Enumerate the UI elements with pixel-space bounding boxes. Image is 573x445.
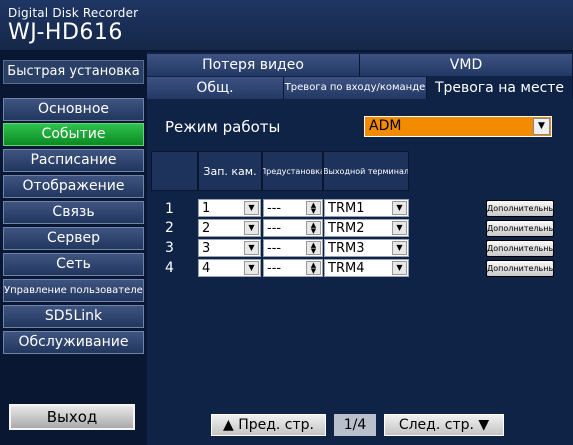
spin-arrows-icon: ▲ ▼ bbox=[306, 201, 321, 215]
menu-schedule[interactable]: Расписание bbox=[3, 149, 144, 172]
preset-value: --- bbox=[267, 221, 282, 236]
spin-arrows-icon: ▲ ▼ bbox=[306, 261, 321, 275]
terminal-value: TRM1 bbox=[328, 201, 365, 216]
table-header-camera: Зап. кам. bbox=[198, 151, 262, 191]
preset-stepper[interactable]: --- ▲ ▼ bbox=[263, 239, 323, 257]
row-number: 4 bbox=[165, 260, 174, 276]
dropdown-arrow-icon: ▼ bbox=[533, 118, 550, 135]
terminal-select[interactable]: TRM3 ▼ bbox=[324, 239, 409, 257]
preset-value: --- bbox=[267, 201, 282, 216]
page-indicator: 1/4 bbox=[334, 414, 376, 436]
advanced-button[interactable]: Дополнительные bbox=[486, 200, 554, 217]
camera-value: 4 bbox=[202, 261, 211, 276]
row-number: 1 bbox=[165, 201, 174, 217]
operation-mode-select[interactable]: ADM ▼ bbox=[364, 116, 552, 137]
sidebar: Быстрая установка Основное Событие Распи… bbox=[0, 52, 147, 445]
table-header-index bbox=[151, 151, 198, 191]
dropdown-arrow-icon: ▼ bbox=[244, 241, 259, 255]
tab-site-alarm[interactable]: Тревога на месте bbox=[427, 77, 573, 99]
preset-value: --- bbox=[267, 261, 282, 276]
menu-maintenance[interactable]: Обслуживание bbox=[3, 331, 144, 354]
dropdown-arrow-icon: ▼ bbox=[244, 201, 259, 215]
tabs-row-1: Потеря видео VMD bbox=[147, 54, 573, 76]
next-page-button[interactable]: След. стр. ▼ bbox=[384, 414, 504, 436]
preset-stepper[interactable]: --- ▲ ▼ bbox=[263, 199, 323, 217]
spin-arrows-icon: ▲ ▼ bbox=[306, 241, 321, 255]
tabs-row-2: Общ. Тревога по входу/команде Тревога на… bbox=[147, 77, 573, 99]
menu-display[interactable]: Отображение bbox=[3, 175, 144, 198]
camera-select[interactable]: 4 ▼ bbox=[198, 259, 261, 277]
terminal-select[interactable]: TRM4 ▼ bbox=[324, 259, 409, 277]
tab-general[interactable]: Общ. bbox=[147, 77, 284, 99]
menu-user-management[interactable]: Управление пользователем bbox=[3, 279, 144, 302]
model-name: WJ-HD616 bbox=[8, 20, 123, 45]
terminal-value: TRM3 bbox=[328, 241, 365, 256]
preset-stepper[interactable]: --- ▲ ▼ bbox=[263, 219, 323, 237]
dropdown-arrow-icon: ▼ bbox=[392, 221, 407, 235]
advanced-button[interactable]: Дополнительные bbox=[486, 240, 554, 257]
menu-basic[interactable]: Основное bbox=[3, 98, 144, 121]
tab-video-loss[interactable]: Потеря видео bbox=[147, 54, 360, 76]
advanced-button[interactable]: Дополнительные bbox=[486, 220, 554, 237]
terminal-value: TRM2 bbox=[328, 221, 365, 236]
terminal-select[interactable]: TRM2 ▼ bbox=[324, 219, 409, 237]
camera-select[interactable]: 2 ▼ bbox=[198, 219, 261, 237]
dropdown-arrow-icon: ▼ bbox=[244, 261, 259, 275]
menu-event[interactable]: Событие bbox=[3, 123, 144, 146]
camera-value: 1 bbox=[202, 201, 211, 216]
header: Digital Disk Recorder WJ-HD616 bbox=[0, 0, 573, 52]
terminal-value: TRM4 bbox=[328, 261, 365, 276]
product-type: Digital Disk Recorder bbox=[8, 6, 139, 20]
dropdown-arrow-icon: ▼ bbox=[392, 241, 407, 255]
table-header-preset: Предустановка bbox=[262, 151, 323, 191]
row-number: 3 bbox=[165, 240, 174, 256]
menu-communication[interactable]: Связь bbox=[3, 201, 144, 224]
exit-button[interactable]: Выход bbox=[9, 404, 135, 430]
preset-stepper[interactable]: --- ▲ ▼ bbox=[263, 259, 323, 277]
camera-select[interactable]: 3 ▼ bbox=[198, 239, 261, 257]
operation-mode-value: ADM bbox=[369, 118, 402, 134]
camera-value: 2 bbox=[202, 221, 211, 236]
table-header-output-terminal: Выходной терминал bbox=[323, 151, 409, 191]
spin-arrows-icon: ▲ ▼ bbox=[306, 221, 321, 235]
dropdown-arrow-icon: ▼ bbox=[392, 261, 407, 275]
menu-server[interactable]: Сервер bbox=[3, 227, 144, 250]
quick-setup-button[interactable]: Быстрая установка bbox=[3, 60, 144, 84]
camera-select[interactable]: 1 ▼ bbox=[198, 199, 261, 217]
dropdown-arrow-icon: ▼ bbox=[392, 201, 407, 215]
operation-mode-label: Режим работы bbox=[165, 118, 281, 136]
preset-value: --- bbox=[267, 241, 282, 256]
main-panel: Потеря видео VMD Общ. Тревога по входу/к… bbox=[147, 52, 573, 445]
tab-vmd[interactable]: VMD bbox=[360, 54, 573, 76]
menu-network[interactable]: Сеть bbox=[3, 253, 144, 276]
tab-terminal-command-alarm[interactable]: Тревога по входу/команде bbox=[284, 77, 427, 99]
advanced-button[interactable]: Дополнительные bbox=[486, 260, 554, 277]
prev-page-button[interactable]: ▲ Пред. стр. bbox=[211, 414, 326, 436]
dropdown-arrow-icon: ▼ bbox=[244, 221, 259, 235]
camera-value: 3 bbox=[202, 241, 211, 256]
menu-sd5link[interactable]: SD5Link bbox=[3, 305, 144, 328]
terminal-select[interactable]: TRM1 ▼ bbox=[324, 199, 409, 217]
row-number: 2 bbox=[165, 220, 174, 236]
